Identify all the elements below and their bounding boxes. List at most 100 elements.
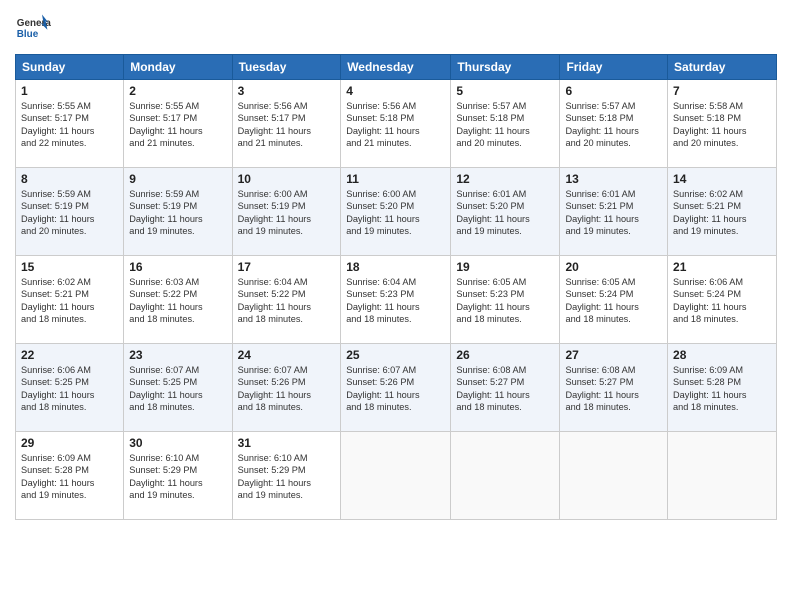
day-number: 10	[238, 172, 336, 186]
calendar-cell: 23 Sunrise: 6:07 AMSunset: 5:25 PMDayligh…	[124, 344, 232, 432]
logo: General Blue	[15, 10, 51, 46]
calendar-cell: 16 Sunrise: 6:03 AMSunset: 5:22 PMDayligh…	[124, 256, 232, 344]
calendar-cell: 26Sunrise: 6:08 AMSunset: 5:27 PMDayligh…	[451, 344, 560, 432]
day-number: 8	[21, 172, 118, 186]
day-info: Sunrise: 6:10 AMSunset: 5:29 PMDaylight:…	[238, 452, 336, 502]
day-info: Sunrise: 5:57 AMSunset: 5:18 PMDaylight:…	[565, 100, 662, 150]
day-number: 14	[673, 172, 771, 186]
calendar-cell: 15 Sunrise: 6:02 AMSunset: 5:21 PMDayligh…	[16, 256, 124, 344]
day-number: 1	[21, 84, 118, 98]
calendar-cell: 25 Sunrise: 6:07 AMSunset: 5:26 PMDayligh…	[341, 344, 451, 432]
day-info: Sunrise: 6:08 AMSunset: 5:27 PMDaylight:…	[565, 364, 662, 414]
day-number: 26	[456, 348, 554, 362]
day-info: Sunrise: 5:56 AMSunset: 5:18 PMDaylight:…	[346, 100, 445, 150]
day-info: Sunrise: 5:56 AMSunset: 5:17 PMDaylight:…	[238, 100, 336, 150]
day-info: Sunrise: 6:10 AMSunset: 5:29 PMDaylight:…	[129, 452, 226, 502]
calendar-cell: 7 Sunrise: 5:58 AMSunset: 5:18 PMDaylight…	[668, 80, 777, 168]
calendar-cell: 21 Sunrise: 6:06 AMSunset: 5:24 PMDayligh…	[668, 256, 777, 344]
calendar-cell: 29 Sunrise: 6:09 AMSunset: 5:28 PMDayligh…	[16, 432, 124, 520]
day-info: Sunrise: 5:59 AMSunset: 5:19 PMDaylight:…	[21, 188, 118, 238]
day-info: Sunrise: 5:55 AMSunset: 5:17 PMDaylight:…	[129, 100, 226, 150]
day-number: 2	[129, 84, 226, 98]
calendar-header-row: Sunday Monday Tuesday Wednesday Thursday…	[16, 55, 777, 80]
day-number: 12	[456, 172, 554, 186]
calendar-cell: 11Sunrise: 6:00 AMSunset: 5:20 PMDayligh…	[341, 168, 451, 256]
day-number: 13	[565, 172, 662, 186]
calendar-cell: 22 Sunrise: 6:06 AMSunset: 5:25 PMDayligh…	[16, 344, 124, 432]
day-number: 9	[129, 172, 226, 186]
col-tuesday: Tuesday	[232, 55, 341, 80]
calendar-cell: 24 Sunrise: 6:07 AMSunset: 5:26 PMDayligh…	[232, 344, 341, 432]
day-info: Sunrise: 6:04 AMSunset: 5:22 PMDaylight:…	[238, 276, 336, 326]
calendar-cell: 30Sunrise: 6:10 AMSunset: 5:29 PMDayligh…	[124, 432, 232, 520]
calendar-cell: 9 Sunrise: 5:59 AMSunset: 5:19 PMDaylight…	[124, 168, 232, 256]
day-info: Sunrise: 6:04 AMSunset: 5:23 PMDaylight:…	[346, 276, 445, 326]
calendar-cell: 5 Sunrise: 5:57 AMSunset: 5:18 PMDaylight…	[451, 80, 560, 168]
week-row-4: 22 Sunrise: 6:06 AMSunset: 5:25 PMDayligh…	[16, 344, 777, 432]
calendar-cell: 27 Sunrise: 6:08 AMSunset: 5:27 PMDayligh…	[560, 344, 668, 432]
col-wednesday: Wednesday	[341, 55, 451, 80]
day-info: Sunrise: 6:06 AMSunset: 5:24 PMDaylight:…	[673, 276, 771, 326]
day-number: 15	[21, 260, 118, 274]
week-row-3: 15 Sunrise: 6:02 AMSunset: 5:21 PMDayligh…	[16, 256, 777, 344]
day-number: 17	[238, 260, 336, 274]
calendar-cell: 31 Sunrise: 6:10 AMSunset: 5:29 PMDayligh…	[232, 432, 341, 520]
col-monday: Monday	[124, 55, 232, 80]
calendar-cell	[451, 432, 560, 520]
day-info: Sunrise: 5:59 AMSunset: 5:19 PMDaylight:…	[129, 188, 226, 238]
day-number: 25	[346, 348, 445, 362]
day-info: Sunrise: 5:57 AMSunset: 5:18 PMDaylight:…	[456, 100, 554, 150]
day-info: Sunrise: 6:05 AMSunset: 5:24 PMDaylight:…	[565, 276, 662, 326]
col-sunday: Sunday	[16, 55, 124, 80]
day-number: 23	[129, 348, 226, 362]
day-info: Sunrise: 5:58 AMSunset: 5:18 PMDaylight:…	[673, 100, 771, 150]
calendar-cell: 19 Sunrise: 6:05 AMSunset: 5:23 PMDayligh…	[451, 256, 560, 344]
calendar-cell: 10Sunrise: 6:00 AMSunset: 5:19 PMDayligh…	[232, 168, 341, 256]
day-info: Sunrise: 6:03 AMSunset: 5:22 PMDaylight:…	[129, 276, 226, 326]
day-number: 3	[238, 84, 336, 98]
day-info: Sunrise: 6:00 AMSunset: 5:20 PMDaylight:…	[346, 188, 445, 238]
day-number: 6	[565, 84, 662, 98]
day-number: 27	[565, 348, 662, 362]
week-row-1: 1 Sunrise: 5:55 AMSunset: 5:17 PMDaylight…	[16, 80, 777, 168]
calendar-cell: 28Sunrise: 6:09 AMSunset: 5:28 PMDayligh…	[668, 344, 777, 432]
day-info: Sunrise: 6:02 AMSunset: 5:21 PMDaylight:…	[673, 188, 771, 238]
page-header: General Blue	[15, 10, 777, 46]
day-number: 22	[21, 348, 118, 362]
day-info: Sunrise: 6:07 AMSunset: 5:26 PMDaylight:…	[346, 364, 445, 414]
day-info: Sunrise: 6:02 AMSunset: 5:21 PMDaylight:…	[21, 276, 118, 326]
day-info: Sunrise: 6:07 AMSunset: 5:25 PMDaylight:…	[129, 364, 226, 414]
calendar-cell: 18Sunrise: 6:04 AMSunset: 5:23 PMDayligh…	[341, 256, 451, 344]
calendar-cell	[341, 432, 451, 520]
day-info: Sunrise: 6:01 AMSunset: 5:20 PMDaylight:…	[456, 188, 554, 238]
calendar-cell: 2 Sunrise: 5:55 AMSunset: 5:17 PMDaylight…	[124, 80, 232, 168]
day-info: Sunrise: 6:06 AMSunset: 5:25 PMDaylight:…	[21, 364, 118, 414]
day-number: 16	[129, 260, 226, 274]
general-blue-logo-icon: General Blue	[15, 10, 51, 46]
calendar-cell: 1 Sunrise: 5:55 AMSunset: 5:17 PMDaylight…	[16, 80, 124, 168]
calendar-cell: 3 Sunrise: 5:56 AMSunset: 5:17 PMDaylight…	[232, 80, 341, 168]
calendar-cell: 8 Sunrise: 5:59 AMSunset: 5:19 PMDaylight…	[16, 168, 124, 256]
week-row-5: 29 Sunrise: 6:09 AMSunset: 5:28 PMDayligh…	[16, 432, 777, 520]
calendar-cell: 12 Sunrise: 6:01 AMSunset: 5:20 PMDayligh…	[451, 168, 560, 256]
day-info: Sunrise: 6:07 AMSunset: 5:26 PMDaylight:…	[238, 364, 336, 414]
day-number: 24	[238, 348, 336, 362]
day-number: 5	[456, 84, 554, 98]
day-info: Sunrise: 5:55 AMSunset: 5:17 PMDaylight:…	[21, 100, 118, 150]
day-number: 4	[346, 84, 445, 98]
day-number: 19	[456, 260, 554, 274]
day-number: 29	[21, 436, 118, 450]
calendar-cell: 4 Sunrise: 5:56 AMSunset: 5:18 PMDaylight…	[341, 80, 451, 168]
calendar-cell: 17 Sunrise: 6:04 AMSunset: 5:22 PMDayligh…	[232, 256, 341, 344]
calendar-cell	[668, 432, 777, 520]
day-number: 31	[238, 436, 336, 450]
calendar-cell	[560, 432, 668, 520]
day-info: Sunrise: 6:05 AMSunset: 5:23 PMDaylight:…	[456, 276, 554, 326]
day-number: 21	[673, 260, 771, 274]
day-number: 7	[673, 84, 771, 98]
day-info: Sunrise: 6:09 AMSunset: 5:28 PMDaylight:…	[21, 452, 118, 502]
calendar-cell: 6 Sunrise: 5:57 AMSunset: 5:18 PMDaylight…	[560, 80, 668, 168]
week-row-2: 8 Sunrise: 5:59 AMSunset: 5:19 PMDaylight…	[16, 168, 777, 256]
calendar-cell: 20Sunrise: 6:05 AMSunset: 5:24 PMDayligh…	[560, 256, 668, 344]
col-friday: Friday	[560, 55, 668, 80]
